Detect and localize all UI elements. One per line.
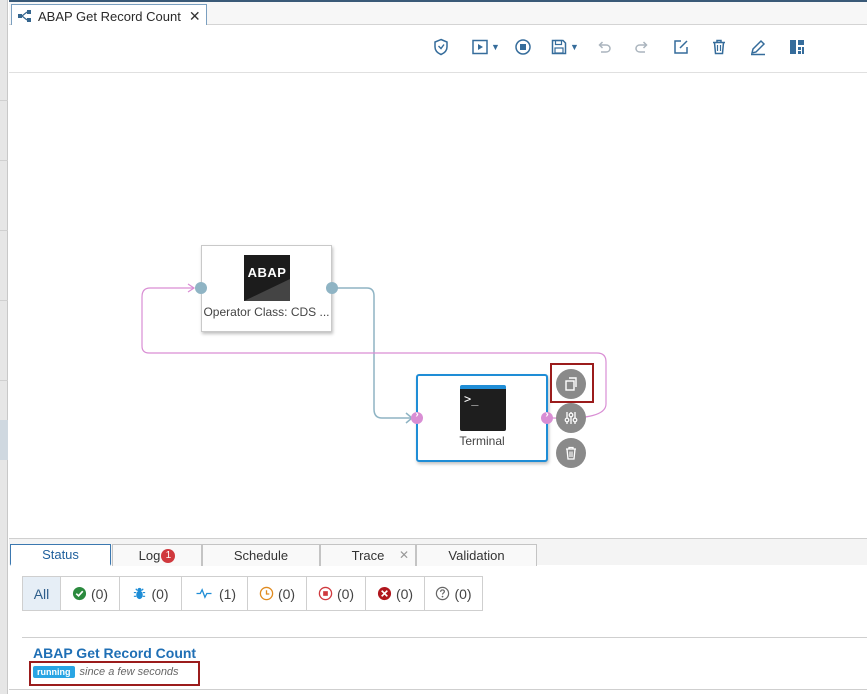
filter-pending-count: (0) <box>277 585 296 602</box>
pencil-icon <box>750 39 766 56</box>
divider <box>22 637 867 638</box>
filter-stopped-count: (0) <box>336 585 355 602</box>
undo-button[interactable] <box>595 37 613 57</box>
filter-all-label: All <box>33 585 50 602</box>
tab-trace[interactable]: Trace ✕ <box>320 544 416 566</box>
tab-log[interactable]: Log 1 <box>112 544 202 566</box>
redo-icon <box>635 41 648 53</box>
redo-button[interactable] <box>633 37 651 57</box>
abap-node-label: Operator Class: CDS ... <box>203 305 330 319</box>
abap-input-port[interactable] <box>195 282 207 294</box>
stop-icon <box>515 39 531 55</box>
layout-icon <box>790 40 804 54</box>
terminal-node[interactable]: >_ Terminal <box>416 374 548 462</box>
validate-button[interactable] <box>432 37 450 57</box>
filter-unknown[interactable]: (0) <box>425 577 482 610</box>
run-icon <box>472 39 488 55</box>
filter-unknown-count: (0) <box>454 585 472 602</box>
filter-debug-count: (0) <box>151 585 169 602</box>
left-side-strip <box>0 0 8 694</box>
terminal-output-port[interactable]: › <box>541 409 553 424</box>
trash-icon <box>713 39 725 55</box>
editor-tab-bar: ABAP Get Record Count ✕ <box>9 0 867 27</box>
terminal-node-label: Terminal <box>459 434 505 448</box>
status-filter-bar: All (0) (0) (1) (0) (0) (0) (0) <box>22 576 483 611</box>
filter-debug[interactable]: (0) <box>120 577 182 610</box>
save-icon <box>551 39 567 55</box>
undo-icon <box>598 41 611 53</box>
question-circle-icon <box>436 586 450 601</box>
abap-logo-icon: ABAP <box>244 255 290 301</box>
tab-schedule[interactable]: Schedule <box>202 544 320 566</box>
abap-logo-text: ABAP <box>247 265 287 280</box>
configure-button[interactable] <box>556 403 586 433</box>
filter-pending[interactable]: (0) <box>248 577 307 610</box>
filter-completed-count: (0) <box>90 585 109 602</box>
open-ui-button[interactable] <box>556 369 586 399</box>
delete-node-button[interactable] <box>556 438 586 468</box>
shield-check-icon <box>434 38 448 56</box>
tab-title: ABAP Get Record Count <box>38 8 181 24</box>
log-count-badge: 1 <box>161 548 176 563</box>
edit-icon <box>674 40 688 54</box>
graph-tab[interactable]: ABAP Get Record Count ✕ <box>11 4 207 27</box>
graph-canvas[interactable]: ABAP Operator Class: CDS ... >_ Terminal… <box>9 74 867 538</box>
tab-close-icon[interactable]: ✕ <box>189 8 201 25</box>
stop-circle-icon <box>318 586 333 601</box>
chevron-down-icon: ▼ <box>570 42 579 52</box>
filter-dead-count: (0) <box>395 585 414 602</box>
tab-validation-label: Validation <box>448 548 505 563</box>
terminal-input-port[interactable]: › <box>411 409 423 424</box>
status-since-text: since a few seconds <box>79 666 179 678</box>
sliders-icon <box>564 412 578 424</box>
filter-running[interactable]: (1) <box>182 577 248 610</box>
pencil-button[interactable] <box>749 37 767 57</box>
abap-output-port[interactable] <box>326 282 338 294</box>
divider <box>9 689 867 690</box>
trace-close-icon[interactable]: ✕ <box>399 548 409 562</box>
error-circle-icon <box>377 586 391 601</box>
delete-button[interactable] <box>710 37 728 57</box>
side-selection-marker <box>0 420 8 460</box>
trash-icon <box>566 446 576 460</box>
filter-running-count: (1) <box>218 585 237 602</box>
pulse-icon <box>196 588 212 599</box>
check-circle-icon <box>72 586 86 601</box>
graph-status-line: running since a few seconds <box>33 666 179 678</box>
filter-completed[interactable]: (0) <box>61 577 120 610</box>
bottom-panel-tabs: Status Log 1 Schedule Trace ✕ Validation <box>9 538 867 566</box>
filter-stopped[interactable]: (0) <box>307 577 366 610</box>
copy-icon <box>565 377 577 391</box>
terminal-prompt: >_ <box>464 392 479 406</box>
filter-all[interactable]: All <box>23 577 61 610</box>
tab-status[interactable]: Status <box>10 544 111 566</box>
graph-icon <box>18 10 31 22</box>
run-button[interactable]: ▼ <box>471 37 500 57</box>
bug-icon <box>134 587 146 600</box>
tab-validation[interactable]: Validation <box>416 544 537 566</box>
connection-wires <box>141 283 607 424</box>
graph-status-title[interactable]: ABAP Get Record Count <box>33 645 196 661</box>
clock-icon <box>259 586 274 601</box>
chevron-down-icon: ▼ <box>491 42 500 52</box>
layout-button[interactable] <box>788 37 806 57</box>
editor-toolbar: ▼ ▼ <box>9 25 867 73</box>
terminal-icon: >_ <box>460 385 506 431</box>
filter-dead[interactable]: (0) <box>366 577 425 610</box>
stop-button[interactable] <box>514 37 532 57</box>
save-button[interactable]: ▼ <box>550 37 579 57</box>
abap-operator-node[interactable]: ABAP Operator Class: CDS ... <box>201 245 332 332</box>
status-badge: running <box>33 666 75 678</box>
tab-trace-label: Trace <box>351 548 385 563</box>
tab-log-label: Log <box>138 548 161 563</box>
edit-button[interactable] <box>672 37 690 57</box>
tab-status-label: Status <box>42 547 79 562</box>
tab-schedule-label: Schedule <box>233 548 289 563</box>
